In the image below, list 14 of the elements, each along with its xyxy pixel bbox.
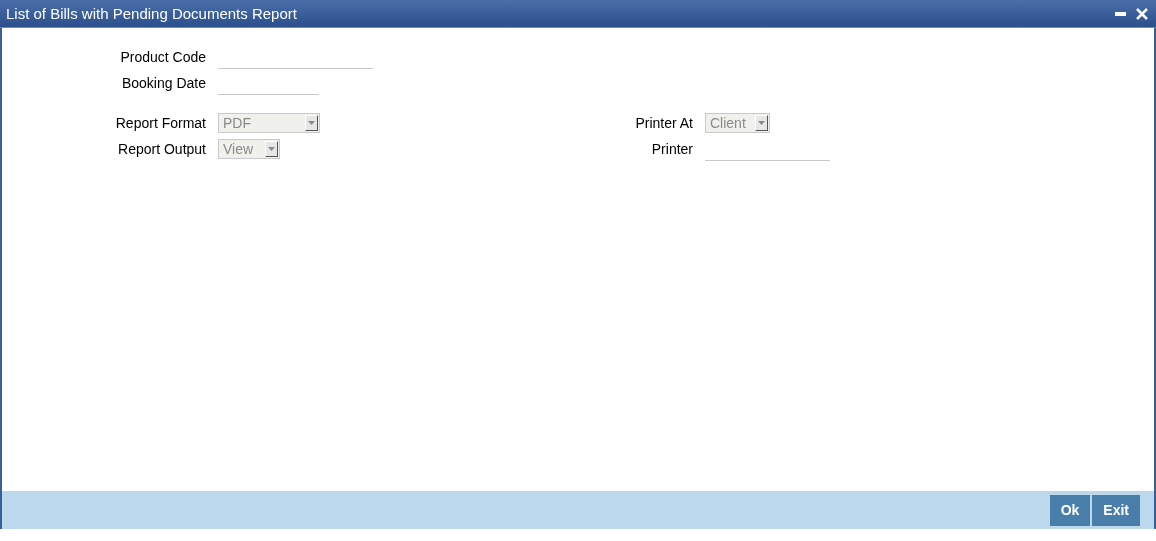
field-label: Report Output <box>117 141 206 157</box>
caret-icon <box>758 121 765 125</box>
field-label: Booking Date <box>120 75 206 91</box>
field-label: Printer At <box>634 115 693 131</box>
caret-icon <box>268 147 275 151</box>
field-label: Product Code <box>119 49 206 65</box>
action-button[interactable]: Ok <box>1049 494 1091 526</box>
close-icon[interactable] <box>1136 7 1148 20</box>
action-button[interactable]: Exit <box>1092 494 1140 526</box>
field-label: Printer <box>650 141 693 157</box>
field-label: Report Format <box>114 115 206 131</box>
minimize-icon[interactable] <box>1115 11 1126 16</box>
window-title: List of Bills with Pending Documents Report <box>6 5 298 22</box>
caret-icon <box>308 121 315 125</box>
